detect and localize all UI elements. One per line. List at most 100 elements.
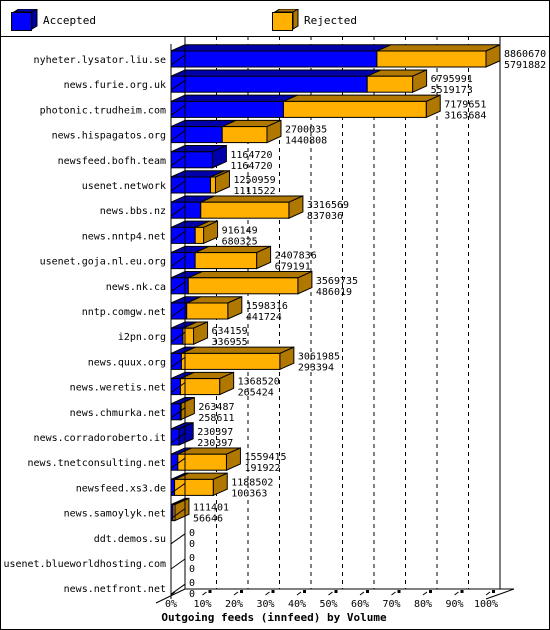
x-tick-label: 60% [351, 599, 369, 610]
category-label: news.corradoroberto.it [34, 433, 166, 444]
x-tick-label: 70% [382, 599, 400, 610]
bar-rejected [179, 403, 182, 421]
x-tick-mark [271, 590, 275, 593]
category-label: news.furie.org.uk [64, 80, 166, 91]
value-label-total: 634159 [212, 326, 248, 337]
category-label: i2pn.org [118, 332, 166, 343]
category-label: news.chmurka.net [70, 408, 166, 419]
value-label-total: 1368520 [238, 377, 280, 388]
value-label-total: 1559415 [244, 452, 286, 463]
value-label-accepted: 0 [189, 564, 195, 575]
bar-rejected [366, 75, 414, 93]
category-label: newsfeed.bofh.team [58, 156, 166, 167]
bar-accepted [170, 151, 213, 169]
x-tick-mark [208, 590, 212, 593]
value-label-total: 2407836 [275, 251, 317, 262]
value-label-accepted: 486019 [316, 287, 352, 298]
category-label: news.tnetconsulting.net [28, 458, 166, 469]
category-label: news.hispagatos.org [52, 131, 166, 142]
bar-rejected-top [283, 94, 441, 102]
bar-rejected [210, 176, 216, 194]
bar-accepted [170, 176, 212, 194]
bar-accepted [170, 201, 202, 219]
x-tick-mark [334, 590, 338, 593]
x-tick-mark [303, 590, 306, 593]
x-tick-mark [366, 590, 369, 593]
x-tick-mark [397, 590, 401, 593]
bar-rejected [200, 201, 290, 219]
category-label: news.quux.org [88, 357, 166, 368]
value-label-total: 0 [189, 553, 195, 564]
floor-right-edge [485, 588, 515, 600]
bar-accepted-top [170, 44, 392, 52]
bar-accepted-top [170, 94, 298, 102]
value-label-accepted: 1111522 [233, 186, 275, 197]
value-label-total: 3569735 [316, 276, 358, 287]
x-tick [202, 591, 207, 596]
x-tick-mark [240, 590, 243, 593]
value-label-accepted: 1440808 [285, 136, 327, 147]
x-tick [328, 591, 333, 596]
value-label-total: 3316569 [307, 200, 349, 211]
bar-rejected [187, 277, 299, 295]
value-label-total: 916149 [222, 225, 258, 236]
x-tick-label: 40% [288, 599, 306, 610]
bar-rejected [180, 352, 281, 370]
x-tick-mark [460, 590, 464, 593]
bar-rejected [172, 504, 176, 522]
x-tick-label: 50% [319, 599, 337, 610]
bar-rejected [282, 100, 427, 118]
x-tick-label: 30% [256, 599, 274, 610]
value-label-total: 0 [189, 578, 195, 589]
category-label: newsfeed.xs3.de [76, 483, 166, 494]
value-label-accepted: 230397 [197, 438, 233, 449]
category-label: usenet.blueworldhosting.com [3, 559, 166, 570]
x-tick [485, 591, 491, 596]
category-label: photonic.trudheim.com [40, 105, 166, 116]
value-label-total: 1250959 [233, 175, 275, 186]
bar-rejected [186, 302, 229, 320]
value-label-accepted: 100363 [231, 488, 267, 499]
x-tick [454, 591, 459, 596]
bar-rejected [194, 226, 205, 244]
category-label: news.netfront.net [64, 584, 166, 595]
value-label-accepted: 5519173 [431, 85, 473, 96]
value-label-accepted: 293394 [298, 362, 334, 373]
category-label: usenet.network [82, 181, 166, 192]
category-label: news.samoylyk.net [64, 509, 166, 520]
value-label-total: 230397 [197, 427, 233, 438]
x-tick-mark [492, 590, 495, 593]
value-label-total: 1164720 [230, 150, 272, 161]
x-tick-label: 10% [193, 599, 211, 610]
x-tick-label: 20% [225, 599, 243, 610]
category-label: news.bbs.nz [100, 206, 166, 217]
bar-accepted [170, 50, 378, 68]
y-tick [170, 533, 186, 545]
value-label-total: 3061985 [298, 351, 340, 362]
bar-accepted [170, 100, 284, 118]
x-tick [296, 591, 302, 596]
x-tick [359, 591, 365, 596]
category-label: news.weretis.net [70, 383, 166, 394]
value-label-total: 263487 [198, 402, 234, 413]
value-label-accepted: 56646 [193, 514, 223, 525]
value-label-accepted: 336955 [212, 337, 248, 348]
x-tick [391, 591, 396, 596]
x-tick-label: 80% [414, 599, 432, 610]
value-label-accepted: 191922 [244, 463, 280, 474]
value-label-total: 1598316 [246, 301, 288, 312]
value-label-accepted: 265424 [238, 388, 274, 399]
bar-rejected-top [376, 44, 501, 52]
value-label-accepted: 0 [189, 539, 195, 550]
value-label-accepted: 5791882 [504, 60, 546, 71]
bar-accepted [170, 75, 368, 93]
bar-accepted [170, 252, 196, 270]
x-tick-label: 90% [445, 599, 463, 610]
value-label-accepted: 1164720 [230, 161, 272, 172]
value-label-total: 111401 [193, 503, 229, 514]
value-label-total: 0 [189, 528, 195, 539]
value-label-accepted: 679191 [275, 262, 311, 273]
x-tick [233, 591, 239, 596]
category-label: nntp.comgw.net [82, 307, 166, 318]
value-label-accepted: 258611 [198, 413, 234, 424]
